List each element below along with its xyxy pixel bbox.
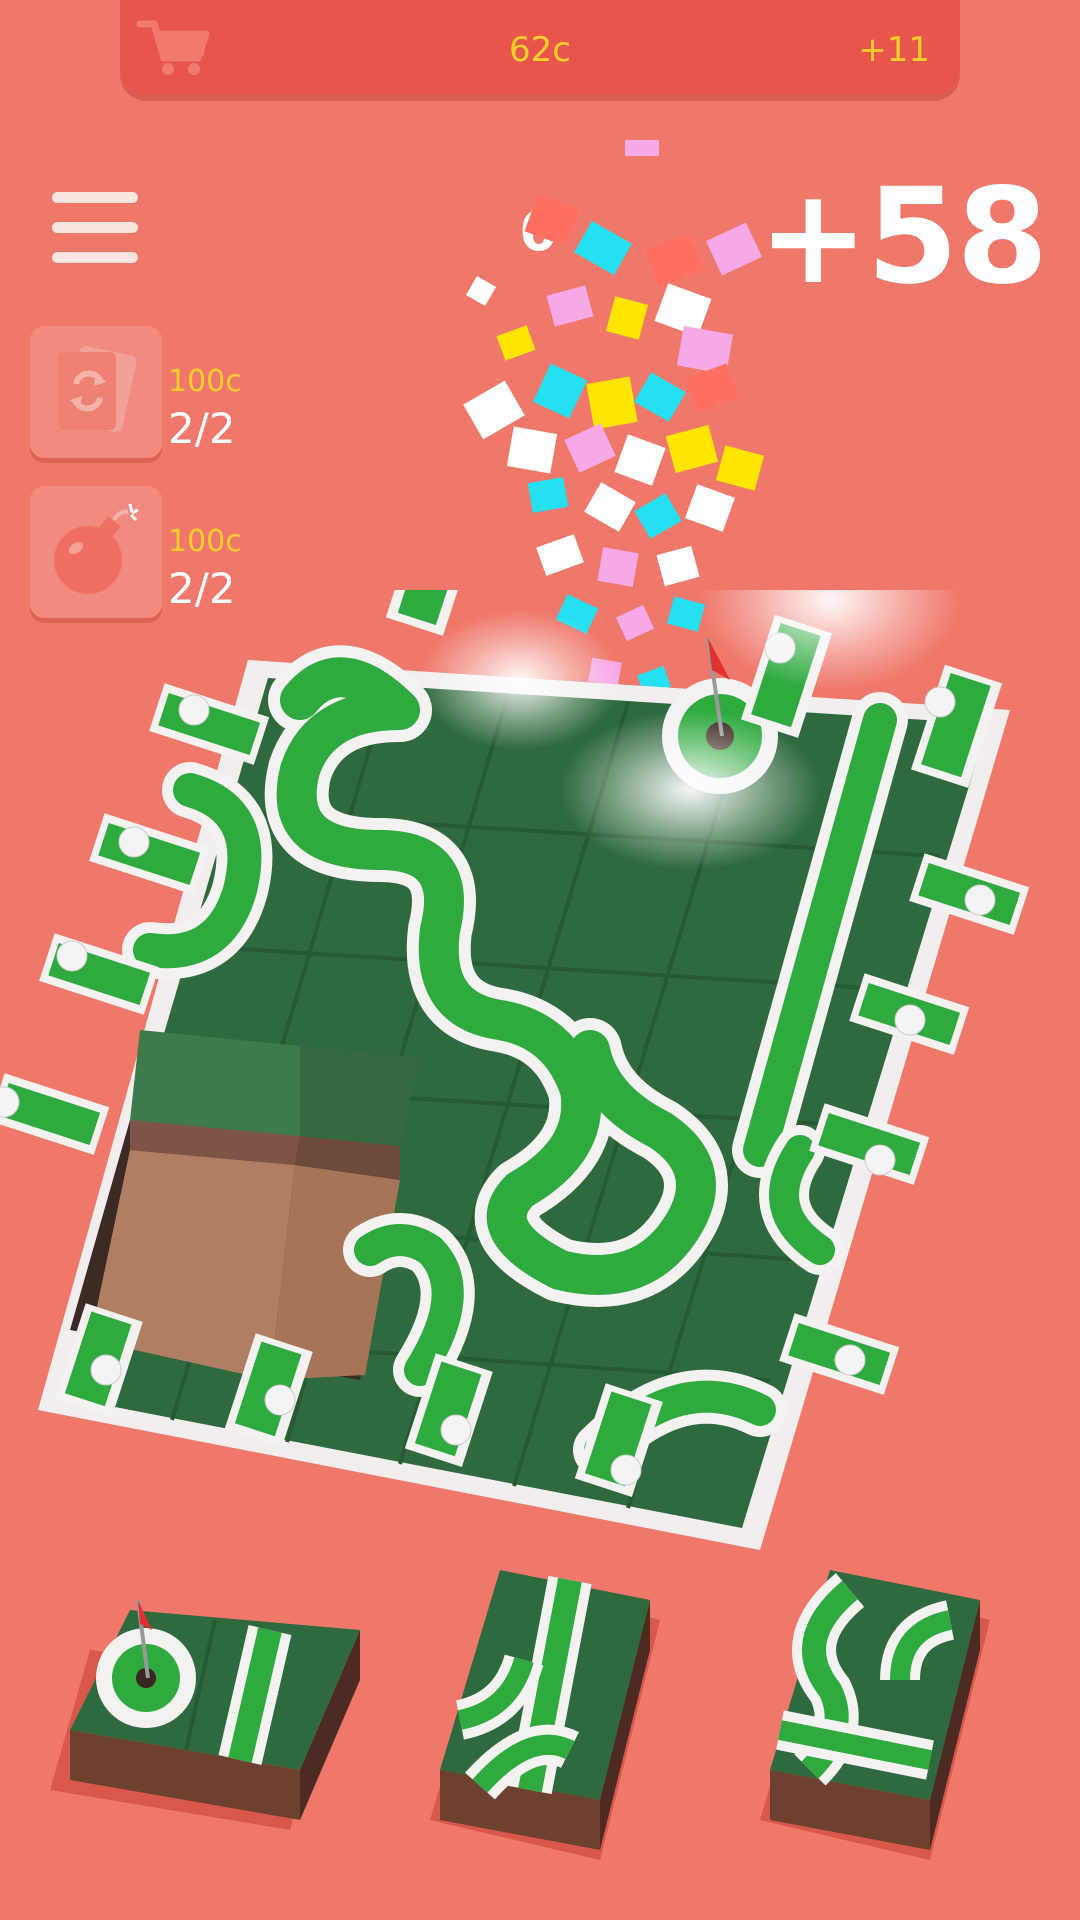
coin-balance: 62c [509,30,571,70]
tray-piece-3[interactable] [750,1560,1010,1880]
top-bar: 62c +11 [120,0,960,95]
bomb-icon [54,503,139,594]
bomb-cost: 100c [168,524,242,559]
shuffle-cost: 100c [168,364,242,399]
coin-bonus: +11 [858,30,930,70]
menu-button[interactable] [52,190,140,270]
shuffle-cards-icon [58,345,137,433]
tray-piece-2[interactable] [420,1560,680,1880]
game-board[interactable] [0,590,1080,1570]
sparkle-glow [420,610,620,750]
shuffle-powerup-button[interactable]: 100c 2/2 [30,326,242,458]
shuffle-count: 2/2 [168,404,236,453]
tray-piece-1[interactable] [40,1560,370,1860]
